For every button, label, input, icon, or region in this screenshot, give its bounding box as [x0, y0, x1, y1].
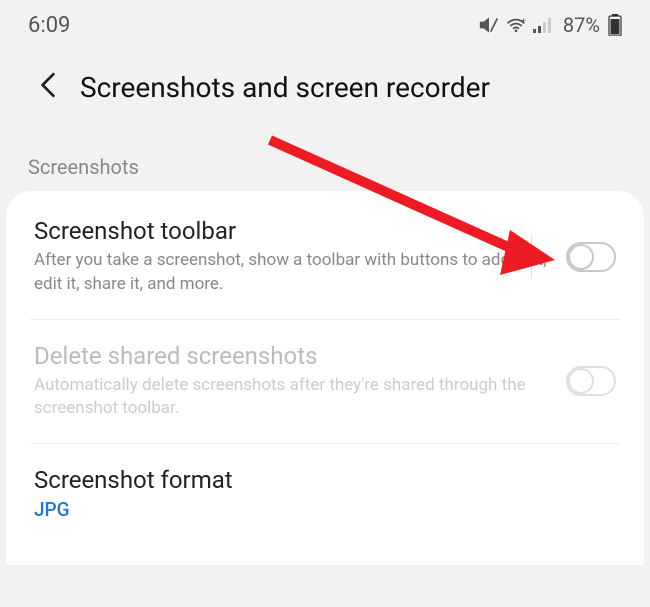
- wifi-icon: +: [505, 16, 527, 34]
- section-label: Screenshots: [0, 115, 650, 191]
- row-separator: [531, 236, 532, 278]
- row-title: Screenshot toolbar: [34, 217, 550, 245]
- status-indicators: + 87%: [479, 13, 622, 37]
- row-title: Delete shared screenshots: [34, 342, 550, 370]
- delete-shared-toggle: [566, 366, 616, 396]
- page-title: Screenshots and screen recorder: [80, 71, 490, 104]
- status-bar: 6:09 + 87%: [0, 0, 650, 46]
- signal-icon: [533, 17, 553, 33]
- screenshot-toolbar-toggle[interactable]: [566, 242, 616, 272]
- row-value: JPG: [34, 498, 600, 521]
- status-time: 6:09: [28, 13, 70, 38]
- delete-shared-row: Delete shared screenshots Automatically …: [6, 320, 644, 444]
- screenshot-toolbar-row[interactable]: Screenshot toolbar After you take a scre…: [6, 195, 644, 319]
- screenshot-format-row[interactable]: Screenshot format JPG: [6, 444, 644, 543]
- toggle-knob: [568, 244, 594, 270]
- row-title: Screenshot format: [34, 466, 600, 494]
- battery-percent: 87%: [563, 13, 600, 37]
- settings-card: Screenshot toolbar After you take a scre…: [6, 191, 644, 565]
- toggle-knob: [568, 368, 594, 394]
- row-description: After you take a screenshot, show a tool…: [34, 249, 550, 297]
- mute-icon: [479, 15, 499, 35]
- header: Screenshots and screen recorder: [0, 46, 650, 115]
- battery-icon: [608, 14, 622, 36]
- row-description: Automatically delete screenshots after t…: [34, 374, 550, 422]
- back-button[interactable]: [36, 68, 60, 107]
- svg-text:+: +: [521, 16, 526, 25]
